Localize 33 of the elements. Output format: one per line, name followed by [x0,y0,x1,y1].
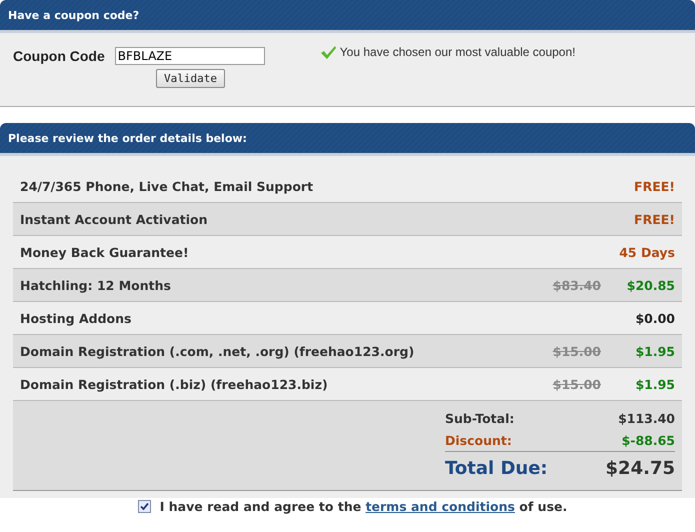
agree-checkbox[interactable] [138,500,151,513]
item-price: $0.00 [634,310,675,326]
discount-value: $-88.65 [622,432,675,448]
item-price: FREE! [633,178,675,194]
item-price: $1.95 [634,344,675,358]
item-price: FREE! [633,212,675,226]
item-name: Instant Account Activation [20,212,209,226]
item-name: Domain Registration (.biz) (freehao123.biz) [20,376,329,392]
item-name: Hatchling: 12 Months [20,278,172,292]
old-price: $15.00 [552,376,601,392]
item-price: 45 Days [618,244,675,260]
checkmark-icon [320,44,337,60]
item-name: Hosting Addons [20,310,132,326]
coupon-message: You have chosen our most valuable coupon! [340,45,576,59]
terms-link[interactable]: terms and conditions [366,499,515,514]
discount-label: Discount: [445,432,512,448]
coupon-field[interactable]: BFBLAZE [114,47,265,65]
total-label: Total Due: [445,458,548,478]
item-price: $1.95 [634,376,675,392]
section-title: Please review the order details below: [8,132,247,144]
agreement-text: I have read and agree to the terms and conditions of use. [160,499,568,514]
validate-button[interactable]: Validate [156,69,225,88]
item-name: Money Back Guarantee! [20,244,190,260]
total-value: $24.75 [606,458,675,478]
section-title: Have a coupon code? [8,8,140,22]
item-name: Domain Registration (.com, .net, .org) (freehao123.org) [20,344,416,358]
item-name: 24/7/365 Phone, Live Chat, Email Support [20,178,314,194]
coupon-label: Coupon Code [13,48,105,64]
subtotal-value: $113.40 [618,410,675,426]
item-price: $20.85 [626,278,675,292]
subtotal-label: Sub-Total: [445,410,514,426]
old-price: $83.40 [552,278,601,292]
old-price: $15.00 [552,344,601,358]
